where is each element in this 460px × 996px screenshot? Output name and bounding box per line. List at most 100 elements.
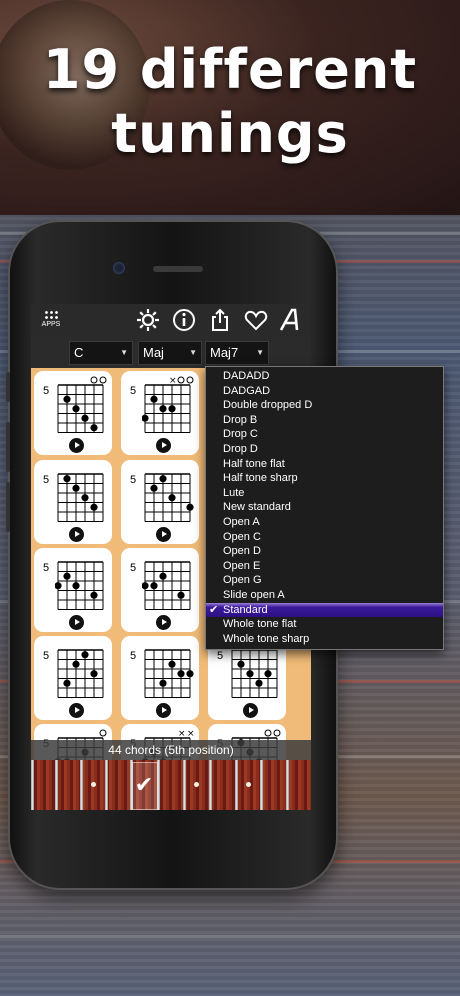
- tuning-option-label: Half tone sharp: [223, 472, 298, 485]
- tuning-option-label: Open C: [223, 530, 261, 543]
- tuning-option[interactable]: DADADD: [206, 369, 443, 384]
- status-bar: 44 chords (5th position): [31, 740, 311, 760]
- fret-number: 5: [130, 650, 137, 662]
- chord-extension-value: Maj7: [210, 345, 239, 360]
- font-button[interactable]: [278, 307, 304, 333]
- tuning-option-label: Whole tone flat: [223, 618, 297, 631]
- chord-card[interactable]: 5 ×: [121, 371, 199, 455]
- tuning-option[interactable]: DADGAD: [206, 384, 443, 399]
- play-icon[interactable]: [69, 615, 84, 630]
- tuning-option[interactable]: Open C: [206, 530, 443, 545]
- checkmark-icon: ✔: [134, 772, 154, 797]
- chord-card[interactable]: 5: [121, 548, 199, 632]
- tuning-option[interactable]: Open E: [206, 559, 443, 574]
- tuning-option[interactable]: Open A: [206, 515, 443, 530]
- tuning-option[interactable]: Whole tone flat: [206, 617, 443, 632]
- favorites-button[interactable]: [243, 307, 269, 333]
- svg-text:×: ×: [178, 729, 186, 739]
- play-icon[interactable]: [69, 527, 84, 542]
- play-icon[interactable]: [69, 438, 84, 453]
- tuning-option[interactable]: Open D: [206, 544, 443, 559]
- svg-text:×: ×: [169, 376, 177, 386]
- apps-label: APPS: [41, 321, 61, 328]
- tuning-option[interactable]: New standard: [206, 500, 443, 515]
- tuning-option[interactable]: Half tone sharp: [206, 471, 443, 486]
- tuning-option[interactable]: Open G: [206, 573, 443, 588]
- play-icon[interactable]: [156, 703, 171, 718]
- fret-inlay: [194, 782, 199, 787]
- toolbar: APPS: [31, 304, 311, 336]
- chord-diagram: ×: [142, 376, 194, 433]
- chord-diagram: [231, 649, 278, 698]
- svg-text:×: ×: [187, 729, 194, 739]
- tuning-option-label: Slide open A: [223, 589, 285, 601]
- tuning-option-label: New standard: [223, 501, 291, 514]
- front-camera: [113, 262, 125, 274]
- fret-wire: [209, 760, 212, 810]
- promo-headline: 19 different tunings: [0, 38, 460, 166]
- chord-diagram: [55, 561, 104, 610]
- tuning-option[interactable]: Drop D: [206, 442, 443, 457]
- phone-button: [6, 482, 10, 532]
- phone-button: [6, 372, 10, 402]
- tuning-option-label: Drop C: [223, 428, 258, 441]
- tuning-option-label: DADADD: [223, 370, 270, 382]
- fret-inlay: [246, 782, 251, 787]
- chord-diagram: [144, 473, 194, 522]
- chord-diagram: [142, 561, 191, 610]
- chord-diagram: [57, 473, 104, 522]
- tuning-option[interactable]: Double dropped D: [206, 398, 443, 413]
- tuning-dropdown[interactable]: DADADD DADGAD Double dropped D Drop B Drop C…: [205, 366, 444, 650]
- wood-plank-edge: [0, 935, 460, 938]
- gear-icon: [137, 309, 159, 331]
- tuning-option-label: DADGAD: [223, 384, 271, 397]
- chord-card[interactable]: 5: [121, 460, 199, 544]
- info-button[interactable]: [171, 307, 197, 333]
- chord-card[interactable]: 5: [34, 636, 112, 720]
- fret-number: 5: [130, 474, 137, 486]
- tuning-option-label: Standard: [223, 603, 268, 616]
- play-icon[interactable]: [243, 703, 258, 718]
- chord-card[interactable]: 5: [34, 371, 112, 455]
- play-icon[interactable]: [156, 527, 171, 542]
- play-icon[interactable]: [156, 615, 171, 630]
- tuning-option[interactable]: Drop C: [206, 427, 443, 442]
- chevron-down-icon: ▼: [120, 348, 128, 357]
- tuning-option-label: Drop B: [223, 413, 258, 426]
- play-icon[interactable]: [69, 703, 84, 718]
- font-icon: [279, 308, 299, 331]
- phone-button: [6, 422, 10, 472]
- tuning-option[interactable]: Lute: [206, 486, 443, 501]
- root-note-select[interactable]: C ▼: [69, 341, 133, 365]
- settings-button[interactable]: [135, 307, 161, 333]
- tuning-option[interactable]: Drop B: [206, 413, 443, 428]
- headline-line-2: tunings: [111, 102, 349, 165]
- chord-quality-select[interactable]: Maj ▼: [138, 341, 202, 365]
- fret-wire: [105, 760, 108, 810]
- fret-number: 5: [43, 650, 50, 662]
- tuning-option[interactable]: Slide open A: [206, 588, 443, 603]
- position-fretboard[interactable]: ✔: [31, 760, 311, 810]
- tuning-option[interactable]: Whole tone sharp: [206, 632, 443, 647]
- fret-number: 5: [43, 474, 50, 486]
- tuning-option[interactable]: ✔ Standard: [206, 602, 443, 618]
- chord-extension-select[interactable]: Maj7 ▼: [205, 341, 269, 365]
- tuning-option[interactable]: Half tone flat: [206, 457, 443, 472]
- tuning-option-label: Open D: [223, 545, 261, 558]
- apps-button[interactable]: APPS: [37, 307, 65, 333]
- tuning-option-label: Whole tone sharp: [223, 632, 310, 645]
- fret-number: 5: [43, 562, 50, 574]
- chord-card[interactable]: 5: [34, 460, 112, 544]
- chord-card[interactable]: 5: [121, 636, 199, 720]
- tuning-option-label: Half tone flat: [223, 457, 285, 470]
- heart-icon: [244, 310, 268, 331]
- fret-number: 5: [217, 650, 224, 662]
- chord-diagram: [144, 649, 194, 698]
- tuning-option-label: Drop D: [223, 443, 258, 455]
- chord-picker-bar: C ▼ Maj ▼ Maj7 ▼: [31, 336, 311, 368]
- chord-card[interactable]: 5: [34, 548, 112, 632]
- share-icon: [212, 308, 228, 331]
- share-button[interactable]: [207, 307, 233, 333]
- fret-wire: [286, 760, 289, 810]
- play-icon[interactable]: [156, 438, 171, 453]
